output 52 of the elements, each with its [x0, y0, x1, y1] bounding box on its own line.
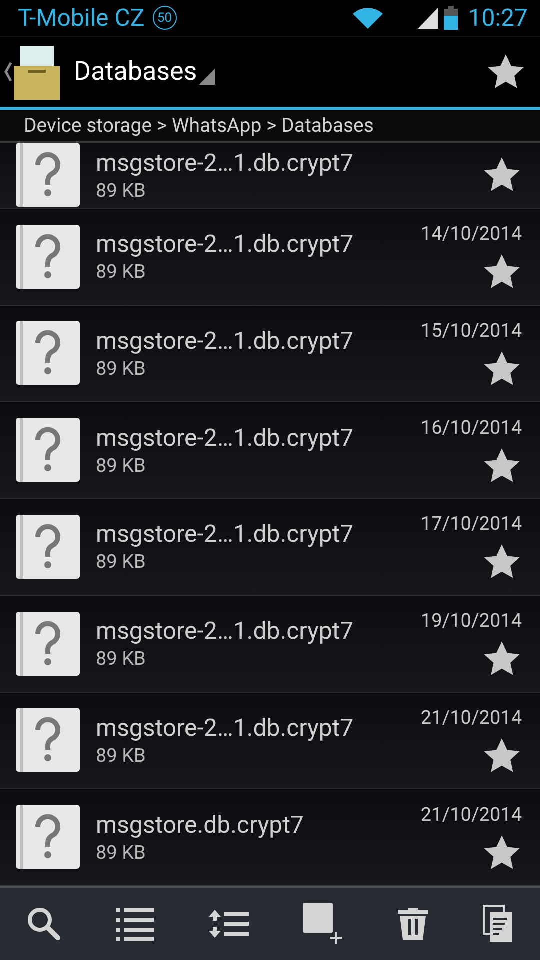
- file-drawer-icon[interactable]: [14, 44, 60, 100]
- file-size: 89 KB: [96, 550, 147, 574]
- dropdown-corner-icon[interactable]: [199, 69, 216, 85]
- file-name: msgstore-2…1.db.crypt7: [96, 424, 355, 452]
- file-name: msgstore-2…1.db.crypt7: [96, 148, 355, 177]
- signal-icon: [416, 6, 440, 30]
- file-name: msgstore-2…1.db.crypt7: [96, 617, 355, 646]
- file-date: 17/10/2014: [420, 512, 522, 536]
- search-icon[interactable]: [27, 907, 62, 941]
- back-caret-icon[interactable]: [4, 62, 12, 82]
- file-size: 89 KB: [96, 454, 147, 477]
- file-date: 19/10/2014: [420, 609, 522, 632]
- file-size: 89 KB: [96, 744, 147, 767]
- file-size: 89 KB: [96, 647, 147, 670]
- file-date: 16/10/2014: [420, 416, 522, 439]
- clock: 10:27: [468, 4, 528, 32]
- folder-title[interactable]: Databases: [74, 57, 198, 87]
- unknown-file-icon: [16, 418, 80, 482]
- unknown-file-icon: [16, 514, 80, 579]
- sort-icon[interactable]: [208, 910, 249, 938]
- file-name: msgstore-2…1.db.crypt7: [96, 230, 355, 258]
- file-name: msgstore.db.crypt7: [96, 810, 305, 839]
- file-name: msgstore-2…1.db.crypt7: [96, 326, 355, 355]
- unknown-file-icon: [16, 612, 80, 676]
- file-date: 15/10/2014: [420, 318, 522, 342]
- file-size: 89 KB: [96, 356, 147, 380]
- unknown-file-icon: [16, 708, 80, 772]
- unknown-file-icon: [16, 224, 80, 289]
- unknown-file-icon: [16, 321, 80, 386]
- star-icon[interactable]: [482, 446, 522, 485]
- list-view-icon[interactable]: [116, 907, 154, 941]
- trash-icon[interactable]: [398, 908, 428, 940]
- star-icon[interactable]: [482, 350, 522, 388]
- unknown-file-icon: [16, 805, 80, 870]
- star-icon[interactable]: [482, 834, 522, 872]
- star-icon[interactable]: [486, 53, 526, 91]
- unknown-file-icon: [16, 143, 80, 208]
- new-folder-icon[interactable]: [303, 903, 344, 945]
- battery-icon: [444, 6, 458, 30]
- file-date: 21/10/2014: [420, 802, 522, 826]
- file-name: msgstore-2…1.db.crypt7: [96, 714, 355, 742]
- file-date: 14/10/2014: [420, 222, 522, 246]
- notification-count: 50: [152, 6, 177, 30]
- star-icon[interactable]: [482, 736, 522, 775]
- file-size: 89 KB: [96, 260, 147, 284]
- carrier-name: T-Mobile CZ: [18, 4, 145, 32]
- file-date: 21/10/2014: [420, 706, 522, 729]
- copy-icon[interactable]: [482, 905, 513, 943]
- wifi-icon: [352, 6, 384, 30]
- file-size: 89 KB: [96, 178, 147, 202]
- file-size: 89 KB: [96, 840, 147, 864]
- file-name: msgstore-2…1.db.crypt7: [96, 520, 355, 548]
